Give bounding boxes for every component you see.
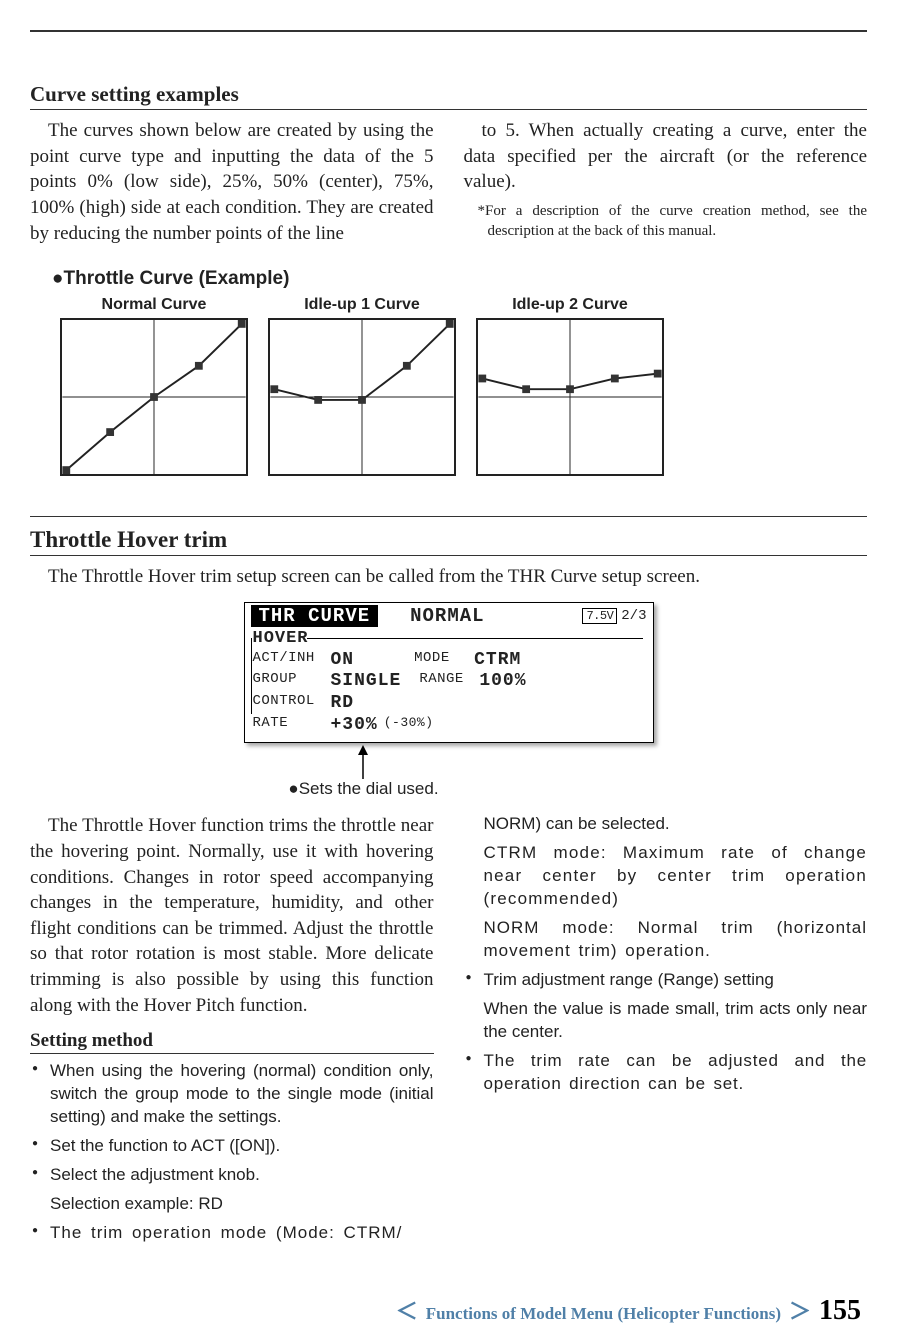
angle-right-icon: ＞ <box>789 1294 811 1326</box>
footer-page: 155 <box>819 1295 861 1327</box>
bullet-l-3: Select the adjustment knob. <box>30 1164 434 1187</box>
top-rule <box>30 30 867 32</box>
intro-right: to 5. When actually creating a curve, en… <box>464 118 868 195</box>
bullets-left: When using the hovering (normal) conditi… <box>30 1060 434 1187</box>
bullet-r-sub: When the value is made small, trim acts … <box>464 998 868 1044</box>
curves-row: Normal Curve Idle-up 1 Curve Idle-up 2 C… <box>60 296 867 476</box>
lcd-title: THR CURVE <box>251 605 379 627</box>
bullets-left-2: The trim operation mode (Mode: CTRM/ <box>30 1222 434 1245</box>
lcd-arrow-text: ●Sets the dial used. <box>288 779 438 799</box>
curve-idle1: Idle-up 1 Curve <box>268 296 456 476</box>
lcd-condition: NORMAL <box>410 605 484 627</box>
lcd-rate-label: RATE <box>253 715 331 737</box>
lcd-top-row: THR CURVE NORMAL 7.5V 2/3 <box>245 603 653 629</box>
bullet-l-2: Set the function to ACT ([ON]). <box>30 1135 434 1158</box>
intro-footnote: *For a description of the curve creation… <box>464 201 868 242</box>
intro-left: The curves shown below are created by us… <box>30 118 434 246</box>
section-hover-title: Throttle Hover trim <box>30 527 867 556</box>
lcd-act-value: ON <box>331 650 355 672</box>
curve-normal: Normal Curve <box>60 296 248 476</box>
lcd-screen: THR CURVE NORMAL 7.5V 2/3 HOVER ACT/INH … <box>244 602 654 743</box>
curve-idle2-svg <box>476 318 664 476</box>
lcd-page: 2/3 <box>621 608 646 624</box>
norm-desc: NORM mode: Normal trim (horizontal movem… <box>464 917 868 963</box>
lcd-battery: 7.5V <box>582 608 617 624</box>
lcd-body: HOVER ACT/INH ON MODE CTRM GROUP SINGLE … <box>245 629 653 742</box>
curve-normal-label: Normal Curve <box>102 296 207 314</box>
lcd-mode-value: CTRM <box>474 650 521 672</box>
bullets-right-2: The trim rate can be adjusted and the op… <box>464 1050 868 1096</box>
lcd-group-header: HOVER <box>253 629 645 648</box>
divider-rule <box>30 516 867 517</box>
lcd-rate-sub: (-30%) <box>384 715 434 737</box>
bullets-right: Trim adjustment range (Range) setting <box>464 969 868 992</box>
bullet-r-1: Trim adjustment range (Range) setting <box>464 969 868 992</box>
ctrm-desc: CTRM mode: Maximum rate of change near c… <box>464 842 868 911</box>
lcd-control-value: RD <box>331 693 355 715</box>
hover-para: The Throttle Hover function trims the th… <box>30 813 434 1018</box>
curve-idle1-label: Idle-up 1 Curve <box>304 296 420 314</box>
lcd-control-label: CONTROL <box>253 693 331 715</box>
lcd-group-label: GROUP <box>253 671 331 693</box>
lcd-arrow-note: ●Sets the dial used. <box>288 745 438 799</box>
lcd-mode-label: MODE <box>414 650 474 672</box>
curve-idle2: Idle-up 2 Curve <box>476 296 664 476</box>
lcd-wrap: THR CURVE NORMAL 7.5V 2/3 HOVER ACT/INH … <box>30 602 867 799</box>
bullet-r-2: The trim rate can be adjusted and the op… <box>464 1050 868 1096</box>
lcd-group-value: SINGLE <box>331 671 402 693</box>
lcd-range-value: 100% <box>479 671 526 693</box>
page-footer: ＜ Functions of Model Menu (Helicopter Fu… <box>396 1294 861 1327</box>
bullet-l-4: The trim operation mode (Mode: CTRM/ <box>30 1222 434 1245</box>
setting-method-title: Setting method <box>30 1030 434 1054</box>
lcd-rate-value: +30% <box>331 715 378 737</box>
col-r-cont: NORM) can be selected. <box>464 813 868 836</box>
arrow-up-icon <box>355 745 371 779</box>
lcd-range-label: RANGE <box>419 671 479 693</box>
hover-columns: The Throttle Hover function trims the th… <box>30 813 867 1251</box>
angle-left-icon: ＜ <box>396 1294 418 1326</box>
hover-intro: The Throttle Hover trim setup screen can… <box>30 564 867 590</box>
curves-heading: ●Throttle Curve (Example) <box>52 268 867 290</box>
bullet-l-sub: Selection example: RD <box>30 1193 434 1216</box>
curve-idle1-svg <box>268 318 456 476</box>
section-curve-title: Curve setting examples <box>30 82 867 110</box>
lcd-act-label: ACT/INH <box>253 650 331 672</box>
footer-chapter: Functions of Model Menu (Helicopter Func… <box>426 1304 781 1324</box>
curve-idle2-label: Idle-up 2 Curve <box>512 296 628 314</box>
bullet-l-1: When using the hovering (normal) conditi… <box>30 1060 434 1129</box>
intro-columns: The curves shown below are created by us… <box>30 118 867 246</box>
curve-normal-svg <box>60 318 248 476</box>
